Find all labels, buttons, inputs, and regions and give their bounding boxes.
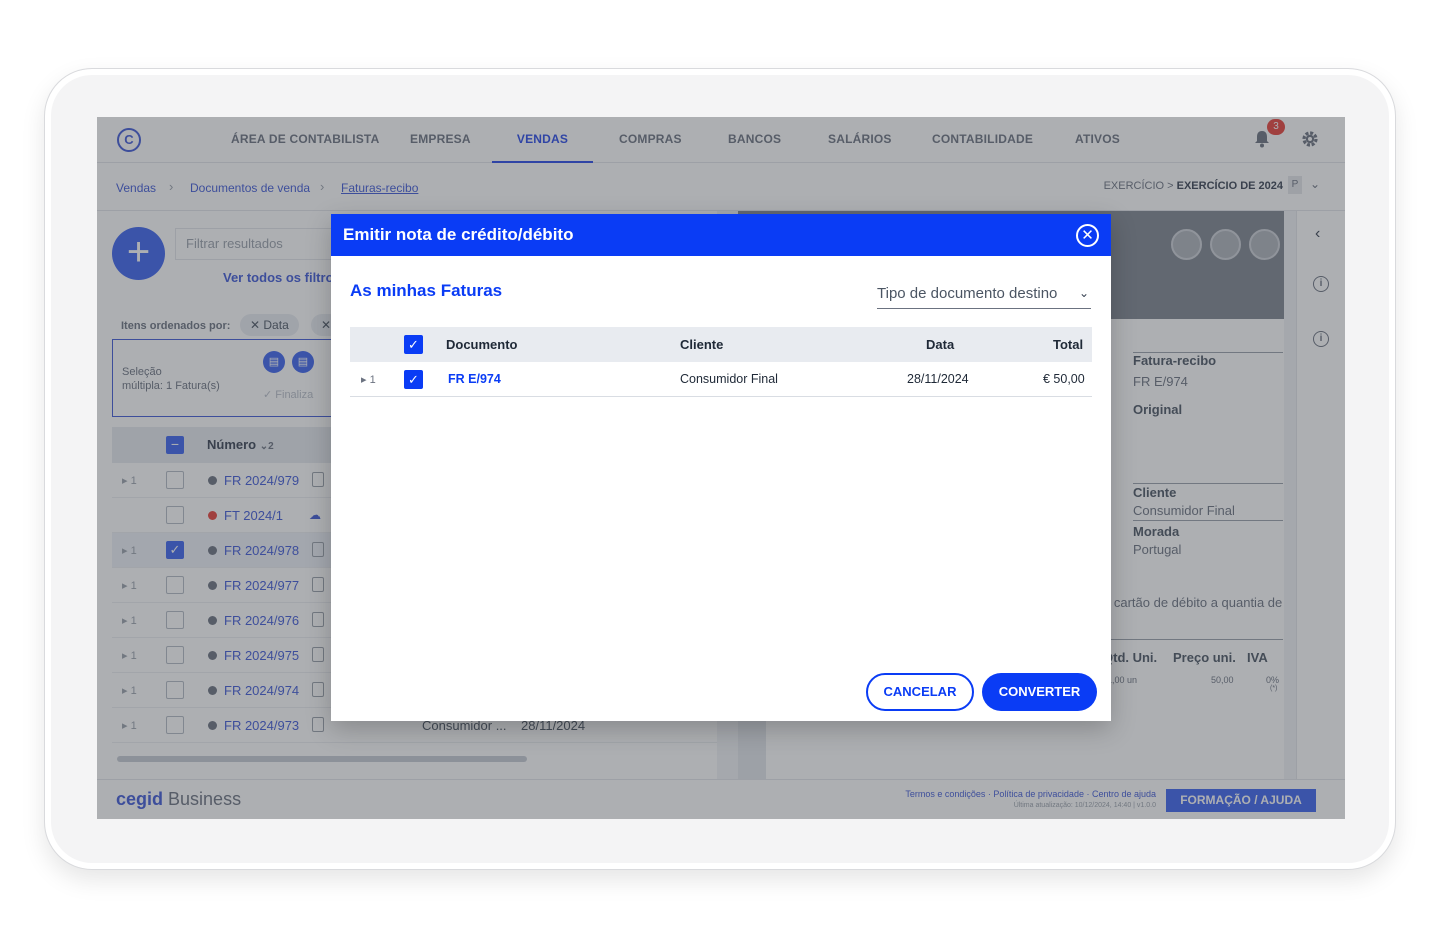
- section-title: As minhas Faturas: [350, 281, 503, 300]
- invoice-client: Consumidor Final: [680, 372, 778, 386]
- column-data: Data: [926, 337, 955, 352]
- column-total: Total: [1053, 337, 1084, 352]
- cancel-button[interactable]: CANCELAR: [866, 673, 974, 711]
- invoice-document[interactable]: FR E/974: [448, 372, 501, 386]
- document-type-placeholder: Tipo de documento destino: [877, 285, 1058, 302]
- close-icon[interactable]: ✕: [1076, 224, 1099, 247]
- column-cliente: Cliente: [680, 337, 724, 352]
- row-expand-count: 1: [369, 374, 376, 386]
- chevron-down-icon: ⌄: [1078, 286, 1089, 300]
- select-all-checkbox[interactable]: ✓: [404, 335, 423, 354]
- document-type-select[interactable]: Tipo de documento destino ⌄: [877, 285, 1091, 309]
- credit-debit-note-dialog: Emitir nota de crédito/débito ✕ As minha…: [331, 214, 1111, 721]
- dialog-title: Emitir nota de crédito/débito: [343, 225, 574, 244]
- dialog-header: Emitir nota de crédito/débito ✕: [331, 214, 1111, 256]
- expand-icon[interactable]: ▸ 1: [361, 373, 376, 386]
- invoice-total: € 50,00: [1043, 372, 1085, 386]
- invoice-date: 28/11/2024: [907, 372, 969, 386]
- invoice-table-header: ✓ Documento Cliente Data Total: [350, 327, 1092, 362]
- column-documento: Documento: [446, 337, 518, 352]
- convert-button[interactable]: CONVERTER: [982, 673, 1097, 711]
- row-checkbox[interactable]: ✓: [404, 370, 423, 389]
- invoice-row[interactable]: ▸ 1 ✓ FR E/974 Consumidor Final 28/11/20…: [350, 362, 1092, 397]
